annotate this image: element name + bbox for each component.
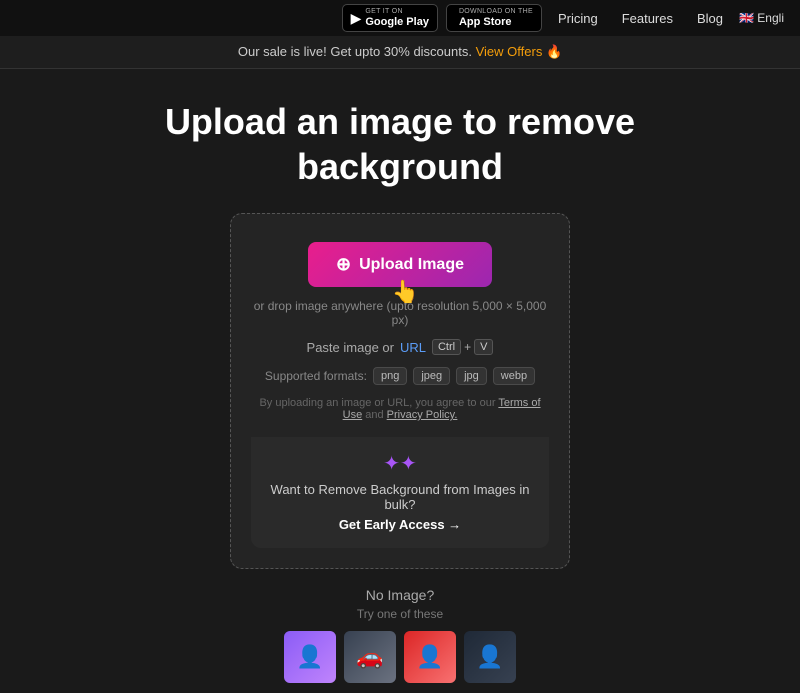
format-jpg: jpg (456, 367, 487, 385)
drop-hint: or drop image anywhere (upto resolution … (251, 299, 549, 327)
format-webp: webp (493, 367, 535, 385)
sample-thumb-person-1: 👤 (284, 631, 336, 683)
main-content: Upload an image to remove background ⊕ U… (0, 69, 800, 693)
google-play-badge[interactable]: ▶ GET IT ON Google Play (342, 4, 438, 32)
sample-thumb-person-4: 👤 (464, 631, 516, 683)
title-line2: background (297, 146, 503, 187)
page-title: Upload an image to remove background (165, 99, 635, 189)
sale-text: Our sale is live! Get upto 30% discounts… (238, 44, 472, 59)
nav-blog[interactable]: Blog (689, 7, 731, 30)
view-offers-link[interactable]: View Offers 🔥 (476, 44, 563, 59)
language-selector[interactable]: 🇬🇧 Engli (739, 11, 784, 25)
terms-prefix: By uploading an image or URL, you agree … (259, 397, 495, 409)
upload-button-label: Upload Image (359, 256, 464, 274)
sample-image-3[interactable]: 👤 (404, 631, 456, 683)
ctrl-key: Ctrl (432, 339, 461, 355)
bulk-text: Want to Remove Background from Images in… (267, 482, 533, 512)
nav-features[interactable]: Features (614, 7, 681, 30)
bulk-icon: ✦✦ (267, 451, 533, 476)
formats-label: Supported formats: (265, 369, 367, 383)
app-store-main: App Store (459, 16, 533, 28)
google-play-sub: GET IT ON (365, 8, 429, 16)
url-link[interactable]: URL (400, 340, 426, 355)
try-these-text: Try one of these (284, 607, 516, 621)
fire-emoji: 🔥 (546, 44, 562, 59)
google-play-main: Google Play (365, 16, 429, 28)
sample-image-4[interactable]: 👤 (464, 631, 516, 683)
paste-label: Paste image or (307, 340, 394, 355)
formats-row: Supported formats: png jpeg jpg webp (265, 367, 535, 385)
bulk-section: ✦✦ Want to Remove Background from Images… (251, 437, 549, 548)
nav-pricing[interactable]: Pricing (550, 7, 606, 30)
format-jpeg: jpeg (413, 367, 450, 385)
paste-row: Paste image or URL Ctrl + V (307, 339, 494, 355)
no-image-title: No Image? (284, 587, 516, 603)
upload-card: ⊕ Upload Image 👆 or drop image anywhere … (230, 213, 570, 569)
app-store-badge[interactable]: Download on the App Store (446, 4, 542, 32)
google-play-icon: ▶ (351, 10, 362, 27)
sample-image-2[interactable]: 🚗 (344, 631, 396, 683)
sample-images-row: 👤 🚗 👤 👤 (284, 631, 516, 683)
upload-image-button[interactable]: ⊕ Upload Image 👆 (308, 242, 492, 287)
terms-text: By uploading an image or URL, you agree … (251, 397, 549, 421)
sale-banner: Our sale is live! Get upto 30% discounts… (0, 36, 800, 69)
keyboard-shortcut: Ctrl + V (432, 339, 493, 355)
sample-thumb-person-3: 👤 (404, 631, 456, 683)
sample-thumb-car: 🚗 (344, 631, 396, 683)
v-key: V (474, 339, 493, 355)
sample-image-1[interactable]: 👤 (284, 631, 336, 683)
app-store-sub: Download on the (459, 8, 533, 16)
format-png: png (373, 367, 407, 385)
view-offers-text: View Offers (476, 44, 543, 59)
plus-separator: + (464, 340, 471, 354)
no-image-section: No Image? Try one of these 👤 🚗 👤 👤 (284, 587, 516, 683)
title-line1: Upload an image to remove (165, 101, 635, 142)
early-access-link[interactable]: Get Early Access → (339, 517, 461, 532)
terms-and: and (365, 409, 383, 421)
plus-icon: ⊕ (336, 254, 351, 275)
navbar: ▶ GET IT ON Google Play Download on the … (0, 0, 800, 36)
privacy-policy-link[interactable]: Privacy Policy. (387, 409, 458, 421)
